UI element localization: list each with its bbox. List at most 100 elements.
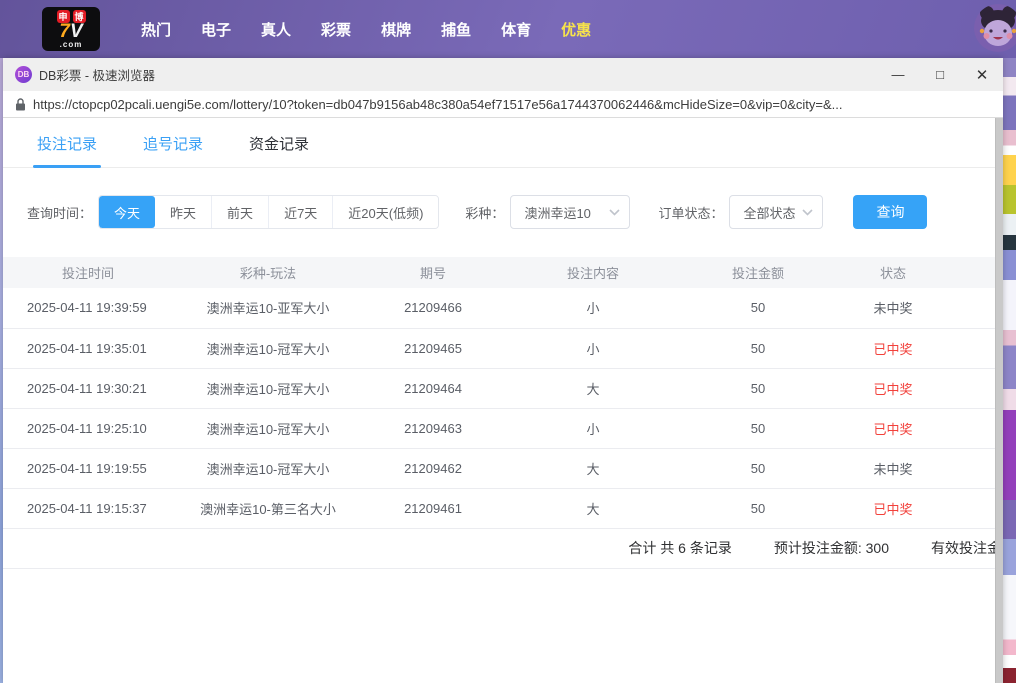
- tab-chase-records[interactable]: 追号记录: [143, 133, 203, 167]
- lock-icon: [15, 98, 26, 111]
- logo-wordmark: 7V: [59, 23, 82, 41]
- col-issue: 期号: [363, 257, 503, 288]
- status-badge: 未中奖: [833, 448, 953, 488]
- nav-item-chess[interactable]: 棋牌: [366, 9, 426, 50]
- table-row: 2025-04-11 19:35:01 澳洲幸运10-冠军大小 21209465…: [3, 328, 1003, 368]
- cell-time: 2025-04-11 19:19:55: [3, 448, 173, 488]
- table-row: 2025-04-11 19:19:55 澳洲幸运10-冠军大小 21209462…: [3, 448, 1003, 488]
- tab-fund-records[interactable]: 资金记录: [249, 133, 309, 167]
- status-badge: 已中奖: [833, 408, 953, 448]
- cell-amount: 50: [683, 488, 833, 528]
- nav-item-hot[interactable]: 热门: [126, 9, 186, 50]
- logo-domain-suffix: .com: [60, 41, 83, 49]
- summary-expected-amount: 预计投注金额: 300: [774, 538, 889, 558]
- table-row: 2025-04-11 19:15:37 澳洲幸运10-第三名大小 2120946…: [3, 488, 1003, 528]
- cell-time: 2025-04-11 19:15:37: [3, 488, 173, 528]
- nav-item-fishing[interactable]: 捕鱼: [426, 9, 486, 50]
- cell-content: 小: [503, 288, 683, 328]
- cell-game: 澳洲幸运10-冠军大小: [173, 448, 363, 488]
- status-badge: 已中奖: [833, 488, 953, 528]
- cell-content: 小: [503, 328, 683, 368]
- avatar-illustration: [974, 4, 1016, 52]
- lottery-type-select[interactable]: 澳洲幸运10: [510, 195, 630, 229]
- browser-titlebar: DB DB彩票 - 极速浏览器 — □ ✕: [3, 58, 1003, 91]
- cell-issue: 21209463: [363, 408, 503, 448]
- cell-game: 澳洲幸运10-亚军大小: [173, 288, 363, 328]
- table-row: 2025-04-11 19:39:59 澳洲幸运10-亚军大小 21209466…: [3, 288, 1003, 328]
- nav-item-sports[interactable]: 体育: [486, 9, 546, 50]
- url-text: https://ctopcp02pcali.uengi5e.com/lotter…: [33, 97, 843, 112]
- time-last20days-button[interactable]: 近20天(低频): [332, 196, 438, 228]
- time-day-before-button[interactable]: 前天: [211, 196, 268, 228]
- site-nav-menu: 热门 电子 真人 彩票 棋牌 捕鱼 体育 优惠: [126, 9, 606, 50]
- cell-game: 澳洲幸运10-第三名大小: [173, 488, 363, 528]
- cell-amount: 50: [683, 368, 833, 408]
- cell-game: 澳洲幸运10-冠军大小: [173, 328, 363, 368]
- user-avatar[interactable]: [974, 4, 1016, 52]
- table-row: 2025-04-11 19:30:21 澳洲幸运10-冠军大小 21209464…: [3, 368, 1003, 408]
- col-bet-amount: 投注金额: [683, 257, 833, 288]
- order-status-label: 订单状态：: [658, 203, 723, 222]
- cell-amount: 50: [683, 448, 833, 488]
- scrollbar[interactable]: [995, 118, 1003, 683]
- cell-time: 2025-04-11 19:30:21: [3, 368, 173, 408]
- chevron-down-icon: [609, 209, 620, 216]
- cell-issue: 21209464: [363, 368, 503, 408]
- tab-bet-records[interactable]: 投注记录: [37, 133, 97, 167]
- time-yesterday-button[interactable]: 昨天: [155, 196, 211, 228]
- site-top-nav: 申 博 7V .com 热门 电子 真人 彩票 棋牌 捕鱼 体育 优惠: [0, 0, 1016, 58]
- lottery-type-value: 澳洲幸运10: [524, 203, 590, 222]
- order-status-value: 全部状态: [743, 203, 795, 222]
- col-game-play: 彩种-玩法: [173, 257, 363, 288]
- background-page-right-edge: [1003, 58, 1016, 683]
- nav-item-slots[interactable]: 电子: [186, 9, 246, 50]
- cell-content: 大: [503, 448, 683, 488]
- query-time-label: 查询时间：: [27, 203, 92, 222]
- col-bet-content: 投注内容: [503, 257, 683, 288]
- maximize-icon[interactable]: □: [919, 58, 961, 91]
- table-row: 2025-04-11 19:25:10 澳洲幸运10-冠军大小 21209463…: [3, 408, 1003, 448]
- browser-window: DB DB彩票 - 极速浏览器 — □ ✕ https://ctopcp02pc…: [3, 58, 1003, 683]
- cell-amount: 50: [683, 288, 833, 328]
- cell-time: 2025-04-11 19:35:01: [3, 328, 173, 368]
- cell-content: 小: [503, 408, 683, 448]
- cell-content: 大: [503, 368, 683, 408]
- table-header-row: 投注时间 彩种-玩法 期号 投注内容 投注金额 状态: [3, 257, 1003, 288]
- nav-item-promotions[interactable]: 优惠: [546, 9, 606, 50]
- window-controls: — □ ✕: [877, 58, 1003, 91]
- status-badge: 已中奖: [833, 368, 953, 408]
- time-today-button[interactable]: 今天: [99, 196, 155, 228]
- time-range-group: 今天 昨天 前天 近7天 近20天(低频): [98, 195, 439, 229]
- cell-issue: 21209462: [363, 448, 503, 488]
- col-status: 状态: [833, 257, 953, 288]
- cell-time: 2025-04-11 19:25:10: [3, 408, 173, 448]
- logo-7: 7: [59, 21, 70, 42]
- cell-time: 2025-04-11 19:39:59: [3, 288, 173, 328]
- close-icon[interactable]: ✕: [961, 58, 1003, 91]
- minimize-icon[interactable]: —: [877, 58, 919, 91]
- cell-game: 澳洲幸运10-冠军大小: [173, 368, 363, 408]
- lottery-type-label: 彩种：: [465, 203, 504, 222]
- page-content: 投注记录 追号记录 资金记录 查询时间： 今天 昨天 前天 近7天 近20天(低…: [3, 118, 1003, 683]
- screen: 申 博 7V .com 热门 电子 真人 彩票 棋牌 捕鱼 体育 优惠: [0, 0, 1016, 683]
- site-logo[interactable]: 申 博 7V .com: [42, 7, 100, 51]
- table-summary: 合计 共 6 条记录 预计投注金额: 300 有效投注金: [3, 529, 1003, 569]
- time-last7days-button[interactable]: 近7天: [268, 196, 332, 228]
- order-status-select[interactable]: 全部状态: [729, 195, 823, 229]
- summary-valid-amount: 有效投注金: [931, 538, 1001, 558]
- window-title: DB彩票 - 极速浏览器: [39, 65, 155, 84]
- nav-item-lottery[interactable]: 彩票: [306, 9, 366, 50]
- nav-item-live-casino[interactable]: 真人: [246, 9, 306, 50]
- logo-v: V: [70, 21, 83, 42]
- col-bet-time: 投注时间: [3, 257, 173, 288]
- cell-amount: 50: [683, 328, 833, 368]
- cell-issue: 21209461: [363, 488, 503, 528]
- cell-amount: 50: [683, 408, 833, 448]
- db-app-icon: DB: [15, 66, 32, 83]
- status-badge: 未中奖: [833, 288, 953, 328]
- filter-bar: 查询时间： 今天 昨天 前天 近7天 近20天(低频) 彩种： 澳洲幸运10 订…: [27, 195, 1003, 229]
- search-button[interactable]: 查询: [853, 195, 927, 229]
- browser-address-bar[interactable]: https://ctopcp02pcali.uengi5e.com/lotter…: [3, 91, 1003, 118]
- cell-game: 澳洲幸运10-冠军大小: [173, 408, 363, 448]
- status-badge: 已中奖: [833, 328, 953, 368]
